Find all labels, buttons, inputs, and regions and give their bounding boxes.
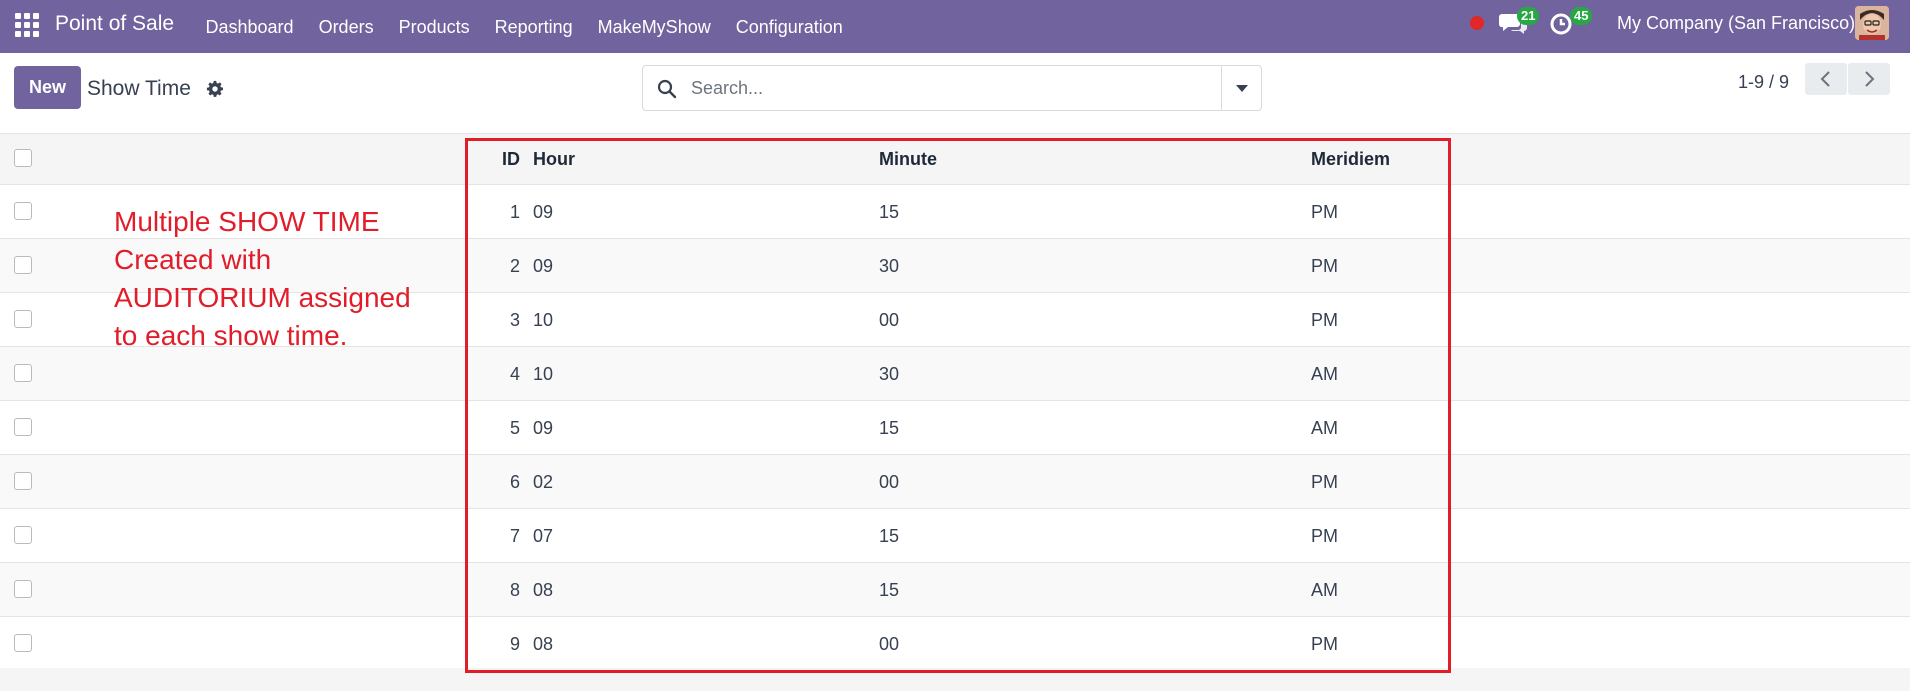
cell-minute: 00	[879, 472, 900, 492]
annotation-line: AUDITORIUM assigned	[114, 282, 411, 313]
column-header-minute[interactable]: Minute	[879, 149, 937, 170]
cell-meridiem: PM	[1311, 202, 1338, 222]
cell-id: 4	[509, 364, 520, 384]
table-row[interactable]: 4 10 30 AM	[0, 347, 1910, 401]
cell-hour: 10	[533, 310, 554, 330]
new-button[interactable]: New	[14, 66, 81, 109]
activity-count-badge: 45	[1570, 7, 1593, 25]
table-row[interactable]: 6 02 00 PM	[0, 455, 1910, 509]
cell-minute: 15	[879, 202, 900, 222]
menu-item-orders[interactable]: Orders	[306, 3, 386, 51]
menu-item-reporting[interactable]: Reporting	[482, 3, 585, 51]
top-navbar: Point of Sale Dashboard Orders Products …	[0, 0, 1910, 53]
cell-minute: 00	[879, 634, 900, 654]
column-header-meridiem[interactable]: Meridiem	[1311, 149, 1390, 170]
cell-meridiem: PM	[1311, 310, 1338, 330]
navbar-systray: 21 45 My Company (San Francisco)	[1430, 0, 1910, 53]
user-avatar[interactable]	[1855, 6, 1889, 40]
cell-meridiem: AM	[1311, 364, 1338, 384]
table-header-row: ID Hour Minute Meridiem	[0, 134, 1910, 185]
caret-down-icon[interactable]	[1221, 66, 1261, 110]
cell-minute: 00	[879, 310, 900, 330]
search-input[interactable]	[691, 74, 1191, 102]
cell-meridiem: PM	[1311, 472, 1338, 492]
cell-id: 9	[509, 634, 520, 654]
row-checkbox[interactable]	[14, 418, 32, 436]
cell-hour: 09	[533, 256, 554, 276]
cell-hour: 09	[533, 202, 554, 222]
cell-hour: 02	[533, 472, 554, 492]
column-header-hour[interactable]: Hour	[533, 149, 575, 170]
row-checkbox[interactable]	[14, 526, 32, 544]
select-all-checkbox[interactable]	[14, 149, 32, 167]
annotation-line: to each show time.	[114, 320, 348, 351]
cell-id: 8	[509, 580, 520, 600]
search-bar	[642, 65, 1262, 111]
cell-id: 1	[509, 202, 520, 222]
cell-id: 6	[509, 472, 520, 492]
menu-item-makemyshow[interactable]: MakeMyShow	[585, 3, 723, 51]
cell-minute: 30	[879, 256, 900, 276]
app-name[interactable]: Point of Sale	[55, 0, 174, 53]
chat-count-badge: 21	[1517, 7, 1540, 25]
cell-hour: 09	[533, 418, 554, 438]
cell-minute: 15	[879, 580, 900, 600]
apps-grid-icon[interactable]	[15, 13, 39, 37]
menu-item-configuration[interactable]: Configuration	[723, 3, 855, 51]
table-row[interactable]: 7 07 15 PM	[0, 509, 1910, 563]
cell-id: 3	[509, 310, 520, 330]
cell-meridiem: PM	[1311, 526, 1338, 546]
cell-meridiem: AM	[1311, 418, 1338, 438]
cell-hour: 08	[533, 634, 554, 654]
cell-minute: 15	[879, 526, 900, 546]
chevron-right-icon	[1865, 71, 1875, 87]
table-row[interactable]: 9 08 00 PM	[0, 617, 1910, 671]
row-checkbox[interactable]	[14, 202, 32, 220]
cell-minute: 30	[879, 364, 900, 384]
annotation-line: Created with	[114, 244, 272, 275]
cell-meridiem: AM	[1311, 580, 1338, 600]
cell-minute: 15	[879, 418, 900, 438]
recording-dot-icon[interactable]	[1470, 16, 1484, 30]
chevron-left-icon	[1820, 71, 1830, 87]
column-header-id[interactable]: ID	[480, 149, 520, 170]
pager-next-button[interactable]	[1848, 63, 1890, 95]
row-checkbox[interactable]	[14, 256, 32, 274]
cell-meridiem: PM	[1311, 634, 1338, 654]
annotation-line: Multiple SHOW TIME	[114, 206, 380, 237]
company-switcher[interactable]: My Company (San Francisco)	[1617, 0, 1855, 46]
pager-previous-button[interactable]	[1805, 63, 1847, 95]
cell-meridiem: PM	[1311, 256, 1338, 276]
cell-id: 7	[509, 526, 520, 546]
cell-id: 5	[509, 418, 520, 438]
main-menu: Dashboard Orders Products Reporting Make…	[193, 0, 855, 53]
pager-value[interactable]: 1-9 / 9	[1738, 72, 1789, 93]
menu-item-dashboard[interactable]: Dashboard	[193, 3, 306, 51]
annotation-text: Multiple SHOW TIME Created with AUDITORI…	[114, 203, 444, 355]
row-checkbox[interactable]	[14, 364, 32, 382]
page-title: Show Time	[87, 77, 191, 100]
cell-hour: 07	[533, 526, 554, 546]
row-checkbox[interactable]	[14, 634, 32, 652]
search-icon	[657, 79, 677, 99]
cell-hour: 08	[533, 580, 554, 600]
cell-hour: 10	[533, 364, 554, 384]
list-footer	[0, 668, 1910, 691]
row-checkbox[interactable]	[14, 580, 32, 598]
table-row[interactable]: 8 08 15 AM	[0, 563, 1910, 617]
row-checkbox[interactable]	[14, 310, 32, 328]
menu-item-products[interactable]: Products	[386, 3, 482, 51]
table-row[interactable]: 5 09 15 AM	[0, 401, 1910, 455]
control-panel: New Show Time 1-9 / 9	[0, 53, 1910, 134]
row-checkbox[interactable]	[14, 472, 32, 490]
gear-icon[interactable]	[206, 80, 224, 98]
cell-id: 2	[509, 256, 520, 276]
